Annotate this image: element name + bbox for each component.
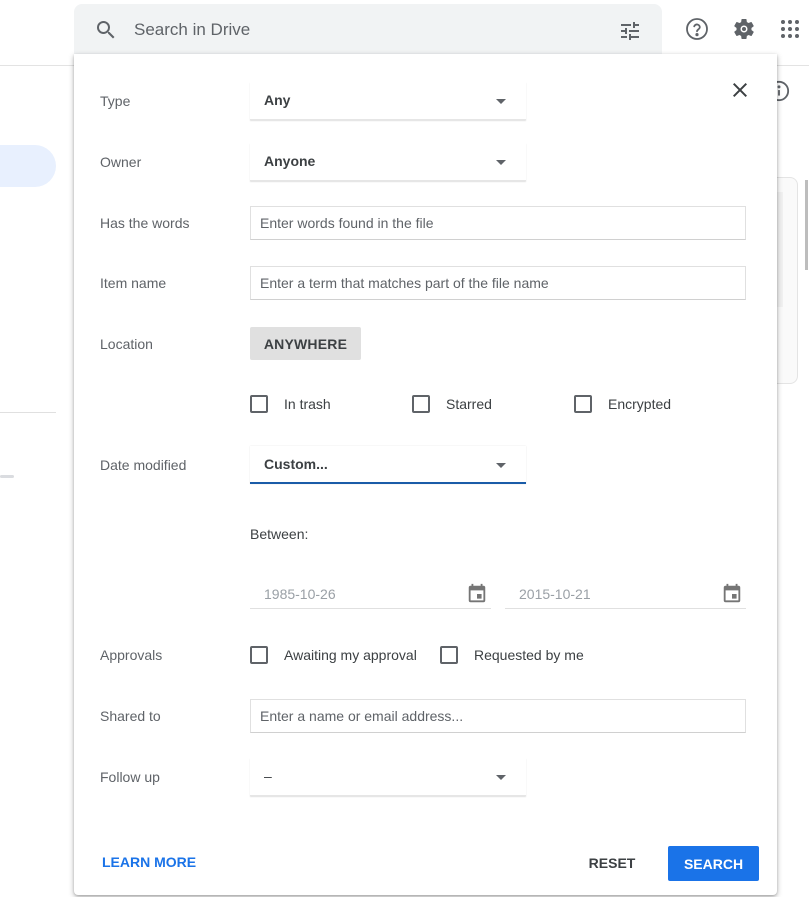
starred-label: Starred: [446, 396, 492, 412]
has-words-label: Has the words: [100, 215, 190, 231]
starred-checkbox[interactable]: Starred: [412, 395, 492, 413]
scrollbar[interactable]: [805, 180, 808, 270]
encrypted-checkbox[interactable]: Encrypted: [574, 395, 671, 413]
in-trash-checkbox[interactable]: In trash: [250, 395, 331, 413]
date-from-value: 1985-10-26: [264, 586, 336, 602]
follow-up-value: –: [264, 768, 272, 784]
owner-select-value: Anyone: [264, 153, 316, 169]
item-name-label: Item name: [100, 275, 167, 291]
checkbox-icon[interactable]: [250, 395, 268, 413]
drive-page: Type Any Owner Anyone Has the words Item…: [0, 0, 809, 897]
requested-by-me-label: Requested by me: [474, 647, 584, 663]
date-modified-select[interactable]: Custom...: [250, 446, 526, 484]
type-select[interactable]: Any: [250, 82, 526, 120]
type-label: Type: [100, 93, 131, 109]
search-input[interactable]: [134, 16, 594, 44]
reset-button[interactable]: RESET: [580, 846, 644, 880]
checkbox-icon[interactable]: [412, 395, 430, 413]
sidebar-active-item[interactable]: [0, 145, 56, 187]
dropdown-arrow-icon: [496, 775, 506, 780]
location-label: Location: [100, 336, 153, 352]
location-anywhere-button[interactable]: ANYWHERE: [250, 327, 361, 360]
owner-select[interactable]: Anyone: [250, 143, 526, 181]
advanced-search-dialog: Type Any Owner Anyone Has the words Item…: [74, 54, 777, 895]
help-icon[interactable]: [685, 17, 709, 41]
calendar-icon[interactable]: [721, 583, 743, 605]
awaiting-approval-checkbox[interactable]: Awaiting my approval: [250, 646, 417, 664]
search-icon[interactable]: [94, 18, 118, 42]
apps-icon[interactable]: [778, 17, 802, 41]
item-name-input[interactable]: [250, 266, 746, 300]
has-words-input[interactable]: [250, 206, 746, 240]
shared-to-label: Shared to: [100, 708, 161, 724]
date-from-field[interactable]: 1985-10-26: [250, 578, 491, 609]
calendar-icon[interactable]: [466, 583, 488, 605]
encrypted-label: Encrypted: [608, 396, 672, 412]
dropdown-arrow-icon: [496, 99, 506, 104]
awaiting-approval-label: Awaiting my approval: [284, 647, 417, 663]
dropdown-arrow-icon: [496, 160, 506, 165]
tune-icon[interactable]: [618, 19, 642, 43]
date-to-value: 2015-10-21: [519, 586, 591, 602]
date-modified-value: Custom...: [264, 456, 328, 472]
in-trash-label: In trash: [284, 396, 331, 412]
dropdown-arrow-icon: [496, 463, 506, 468]
storage-bar: [0, 475, 14, 478]
sidebar-divider: [0, 412, 56, 413]
follow-up-label: Follow up: [100, 769, 160, 785]
close-icon[interactable]: [728, 78, 752, 102]
checkbox-icon[interactable]: [250, 646, 268, 664]
between-label: Between:: [250, 526, 309, 542]
owner-label: Owner: [100, 154, 142, 170]
learn-more-link[interactable]: LEARN MORE: [102, 854, 196, 870]
search-bar: [74, 4, 662, 56]
date-modified-label: Date modified: [100, 457, 187, 473]
shared-to-input[interactable]: [250, 699, 746, 733]
date-to-field[interactable]: 2015-10-21: [505, 578, 746, 609]
checkbox-icon[interactable]: [574, 395, 592, 413]
search-button[interactable]: SEARCH: [668, 846, 759, 881]
requested-by-me-checkbox[interactable]: Requested by me: [440, 646, 584, 664]
type-select-value: Any: [264, 92, 291, 108]
follow-up-select[interactable]: –: [250, 758, 526, 796]
approvals-label: Approvals: [100, 647, 163, 663]
settings-icon[interactable]: [732, 17, 756, 41]
checkbox-icon[interactable]: [440, 646, 458, 664]
